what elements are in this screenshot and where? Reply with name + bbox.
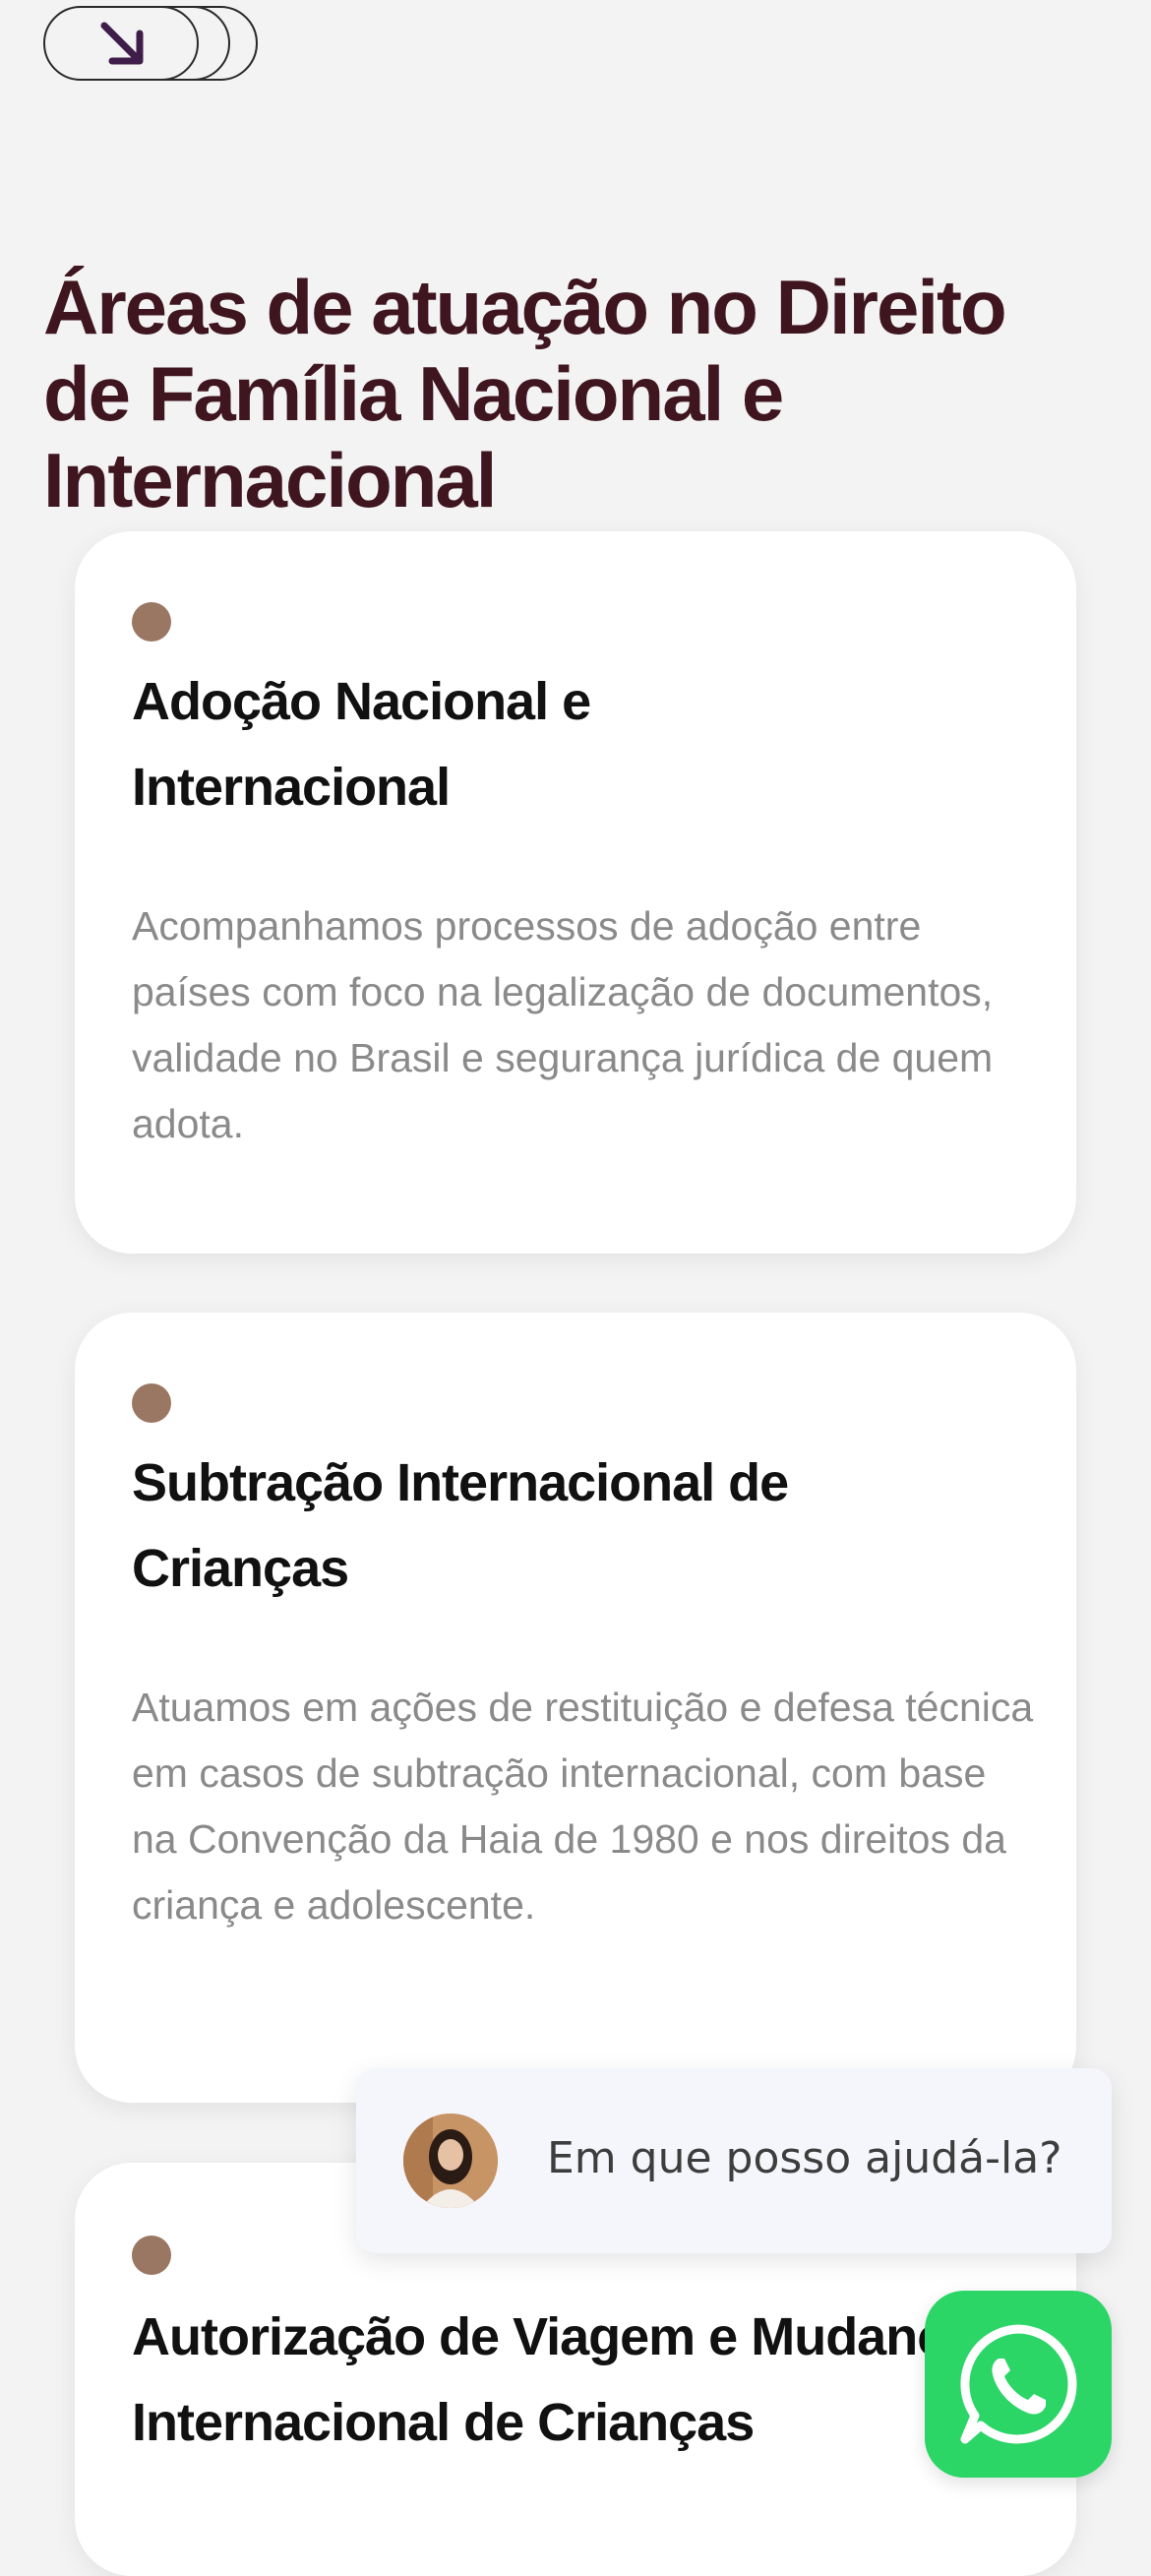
bullet-dot [132,602,171,642]
bullet-dot [132,1383,171,1423]
section-title: Áreas de atuação no Direito de Família N… [43,264,1007,523]
arrow-down-right-icon [100,22,144,65]
avatar [403,2114,498,2208]
card-description: Acompanhamos processos de adoção entre p… [132,903,994,1146]
chat-prompt-bubble[interactable]: Em que posso ajudá-la? [356,2068,1112,2253]
whatsapp-button[interactable] [925,2291,1112,2478]
chat-message: Em que posso ajudá-la? [547,2133,1062,2183]
bullet-dot [132,2236,171,2275]
card-description: Atuamos em ações de restituição e defesa… [132,1685,1034,1928]
practice-area-card: Subtração Internacional de Crianças Atua… [75,1313,1076,2103]
scroll-down-button[interactable] [43,6,258,83]
whatsapp-icon [960,2324,1077,2444]
practice-area-card: Adoção Nacional e Internacional Acompanh… [75,531,1076,1254]
card-title: Subtração Internacional de Crianças [132,1453,789,1598]
card-title: Adoção Nacional e Internacional [132,672,591,817]
